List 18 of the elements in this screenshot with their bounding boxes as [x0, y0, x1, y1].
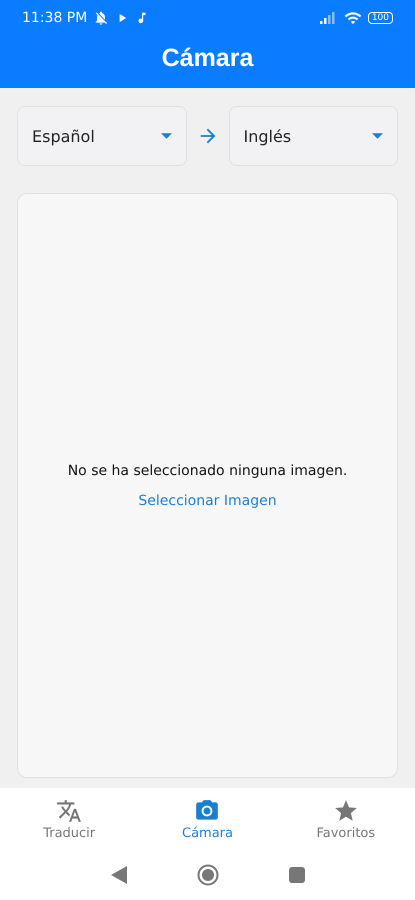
home-icon[interactable]	[196, 864, 218, 886]
translate-icon	[56, 798, 82, 824]
select-image-link[interactable]: Seleccionar Imagen	[138, 492, 277, 508]
back-icon[interactable]	[110, 866, 126, 884]
nav-tab[interactable]: Favoritos	[276, 788, 415, 850]
recents-icon[interactable]	[288, 867, 304, 883]
caret-icon	[372, 133, 383, 139]
caret-icon	[160, 133, 172, 139]
star-icon	[332, 798, 359, 824]
source-language-dropdown[interactable]: Español	[17, 106, 186, 166]
status-time: 11:38 PM	[22, 10, 88, 26]
nav-tab[interactable]: Cámara	[138, 788, 277, 850]
empty-message: No se ha seleccionado ninguna imagen.	[68, 462, 348, 478]
notifications-off-icon	[93, 10, 110, 26]
screen-title: Cámara	[160, 42, 254, 74]
target-language-dropdown[interactable]: Inglés	[228, 106, 398, 166]
battery-icon: 100	[368, 12, 393, 24]
nav-tab[interactable]: Traducir	[0, 788, 138, 850]
